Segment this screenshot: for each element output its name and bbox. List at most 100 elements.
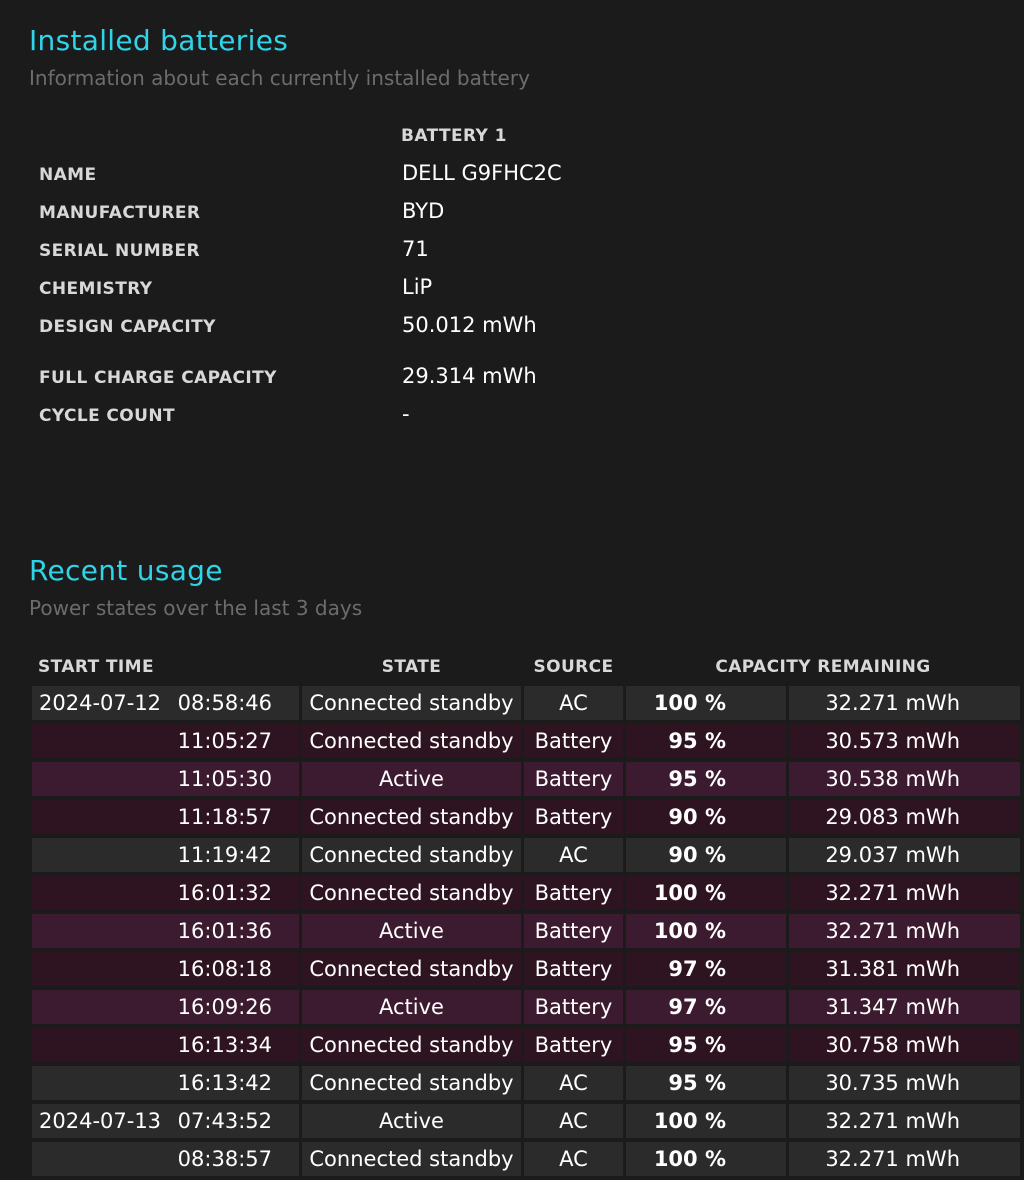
start-time-cell: 2024-07-13 07:43:52 <box>32 1104 299 1138</box>
column-header-capacity-remaining: CAPACITY REMAINING <box>715 657 931 677</box>
state-cell: Connected standby <box>302 838 521 872</box>
battery-info-row-full-charge-capacity: FULL CHARGE CAPACITY 29.314 mWh <box>0 364 1024 398</box>
battery-info-value: DELL G9FHC2C <box>402 161 562 185</box>
state-cell: Connected standby <box>302 686 521 720</box>
time-text: 07:43:52 <box>177 1109 272 1133</box>
time-text: 16:08:18 <box>177 957 272 981</box>
percent-text: 97 % <box>668 995 726 1019</box>
capacity-cell: 29.083 mWh <box>789 800 1020 834</box>
start-time-cell: 16:13:42 <box>32 1066 299 1100</box>
capacity-text: 30.573 mWh <box>825 729 960 753</box>
usage-table: 2024-07-12 08:58:46 Connected standby AC … <box>0 686 1024 1180</box>
battery-info-label: CHEMISTRY <box>39 279 153 299</box>
battery-info-value: 71 <box>402 237 429 261</box>
installed-batteries-subtitle: Information about each currently install… <box>29 66 530 90</box>
capacity-cell: 29.037 mWh <box>789 838 1020 872</box>
percent-text: 95 % <box>668 1033 726 1057</box>
capacity-text: 32.271 mWh <box>825 1109 960 1133</box>
percent-cell: 90 % <box>626 838 786 872</box>
capacity-cell: 30.735 mWh <box>789 1066 1020 1100</box>
percent-cell: 100 % <box>626 1142 786 1176</box>
capacity-cell: 32.271 mWh <box>789 686 1020 720</box>
battery-info-value: BYD <box>402 199 445 223</box>
source-cell: Battery <box>524 1028 623 1062</box>
battery-info-label: MANUFACTURER <box>39 203 201 223</box>
percent-text: 95 % <box>668 1071 726 1095</box>
percent-cell: 97 % <box>626 990 786 1024</box>
percent-cell: 97 % <box>626 952 786 986</box>
table-row: 08:38:57 Connected standby AC 100 % 32.2… <box>0 1142 1024 1180</box>
battery-info-label: SERIAL NUMBER <box>39 241 200 261</box>
battery-info-label: CYCLE COUNT <box>39 406 175 426</box>
capacity-cell: 32.271 mWh <box>789 1142 1020 1176</box>
usage-table-header: START TIME STATE SOURCE CAPACITY REMAINI… <box>0 657 1024 681</box>
column-header-state: STATE <box>381 657 442 677</box>
percent-cell: 100 % <box>626 686 786 720</box>
state-cell: Active <box>302 990 521 1024</box>
start-time-cell: 11:05:27 <box>32 724 299 758</box>
time-text: 16:13:42 <box>177 1071 272 1095</box>
capacity-text: 31.381 mWh <box>825 957 960 981</box>
battery-column-header: BATTERY 1 <box>401 126 507 146</box>
state-cell: Connected standby <box>302 1066 521 1100</box>
battery-info-value: LiP <box>402 275 433 299</box>
source-cell: Battery <box>524 800 623 834</box>
percent-cell: 100 % <box>626 1104 786 1138</box>
state-cell: Connected standby <box>302 724 521 758</box>
percent-text: 100 % <box>653 881 726 905</box>
percent-cell: 95 % <box>626 1066 786 1100</box>
capacity-cell: 30.538 mWh <box>789 762 1020 796</box>
percent-text: 90 % <box>668 843 726 867</box>
capacity-cell: 31.381 mWh <box>789 952 1020 986</box>
capacity-cell: 32.271 mWh <box>789 876 1020 910</box>
column-header-start-time: START TIME <box>38 657 154 677</box>
table-row: 11:05:27 Connected standby Battery 95 % … <box>0 724 1024 762</box>
state-cell: Connected standby <box>302 1028 521 1062</box>
time-text: 16:13:34 <box>177 1033 272 1057</box>
start-time-cell: 2024-07-12 08:58:46 <box>32 686 299 720</box>
source-cell: AC <box>524 1066 623 1100</box>
source-cell: AC <box>524 1104 623 1138</box>
percent-text: 97 % <box>668 957 726 981</box>
state-cell: Active <box>302 914 521 948</box>
percent-cell: 95 % <box>626 762 786 796</box>
state-cell: Connected standby <box>302 952 521 986</box>
source-cell: Battery <box>524 762 623 796</box>
capacity-text: 30.758 mWh <box>825 1033 960 1057</box>
battery-info-value: - <box>402 402 410 426</box>
capacity-text: 32.271 mWh <box>825 919 960 943</box>
percent-text: 100 % <box>653 919 726 943</box>
column-header-source: SOURCE <box>533 657 614 677</box>
start-time-cell: 11:19:42 <box>32 838 299 872</box>
table-row: 16:13:42 Connected standby AC 95 % 30.73… <box>0 1066 1024 1104</box>
battery-info-row-cycle-count: CYCLE COUNT - <box>0 402 1024 436</box>
table-row: 16:13:34 Connected standby Battery 95 % … <box>0 1028 1024 1066</box>
state-cell: Connected standby <box>302 876 521 910</box>
battery-info-label: DESIGN CAPACITY <box>39 317 216 337</box>
start-time-cell: 11:18:57 <box>32 800 299 834</box>
source-cell: Battery <box>524 724 623 758</box>
table-row: 11:05:30 Active Battery 95 % 30.538 mWh <box>0 762 1024 800</box>
table-row: 16:01:36 Active Battery 100 % 32.271 mWh <box>0 914 1024 952</box>
source-cell: Battery <box>524 876 623 910</box>
table-row: 16:08:18 Connected standby Battery 97 % … <box>0 952 1024 990</box>
percent-cell: 95 % <box>626 724 786 758</box>
battery-info-value: 50.012 mWh <box>402 313 537 337</box>
battery-info-row-chemistry: CHEMISTRY LiP <box>0 275 1024 309</box>
battery-info-value: 29.314 mWh <box>402 364 537 388</box>
capacity-cell: 30.758 mWh <box>789 1028 1020 1062</box>
source-cell: Battery <box>524 914 623 948</box>
capacity-text: 32.271 mWh <box>825 691 960 715</box>
start-time-cell: 16:13:34 <box>32 1028 299 1062</box>
percent-text: 90 % <box>668 805 726 829</box>
state-cell: Connected standby <box>302 1142 521 1176</box>
capacity-text: 30.735 mWh <box>825 1071 960 1095</box>
capacity-cell: 32.271 mWh <box>789 1104 1020 1138</box>
source-cell: Battery <box>524 990 623 1024</box>
state-cell: Connected standby <box>302 800 521 834</box>
time-text: 16:09:26 <box>177 995 272 1019</box>
time-text: 11:05:27 <box>177 729 272 753</box>
percent-text: 95 % <box>668 767 726 791</box>
start-time-cell: 16:01:32 <box>32 876 299 910</box>
recent-usage-title: Recent usage <box>29 554 223 587</box>
